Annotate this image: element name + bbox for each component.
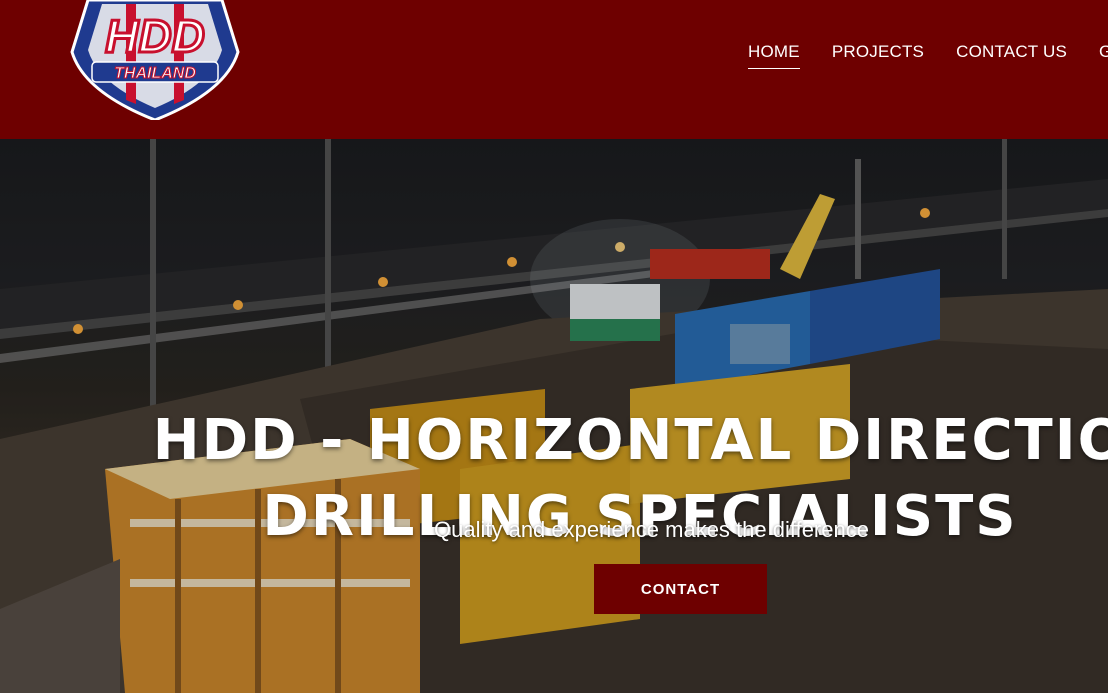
- site-header: HDD THAILAND HOME PROJECTS CONTACT US GA: [0, 0, 1108, 139]
- hero-title-line-1: HDD - HORIZONTAL DIRECTIO: [152, 407, 1108, 473]
- logo-subtext: THAILAND: [114, 65, 196, 82]
- nav-gallery[interactable]: GA: [1099, 42, 1108, 69]
- main-nav: HOME PROJECTS CONTACT US GA: [748, 42, 1108, 69]
- contact-button[interactable]: CONTACT: [594, 564, 767, 614]
- hero-subtitle: Quality and experience makes the differe…: [434, 517, 869, 542]
- nav-contact-us[interactable]: CONTACT US: [956, 42, 1067, 69]
- hero-section: HDD - HORIZONTAL DIRECTIO DRILLING SPECI…: [0, 139, 1108, 693]
- nav-home[interactable]: HOME: [748, 42, 800, 69]
- shield-logo-icon: HDD THAILAND: [70, 0, 240, 122]
- hdd-thailand-logo[interactable]: HDD THAILAND: [66, 0, 244, 122]
- logo-letters: HDD: [105, 10, 205, 62]
- nav-projects[interactable]: PROJECTS: [832, 42, 924, 69]
